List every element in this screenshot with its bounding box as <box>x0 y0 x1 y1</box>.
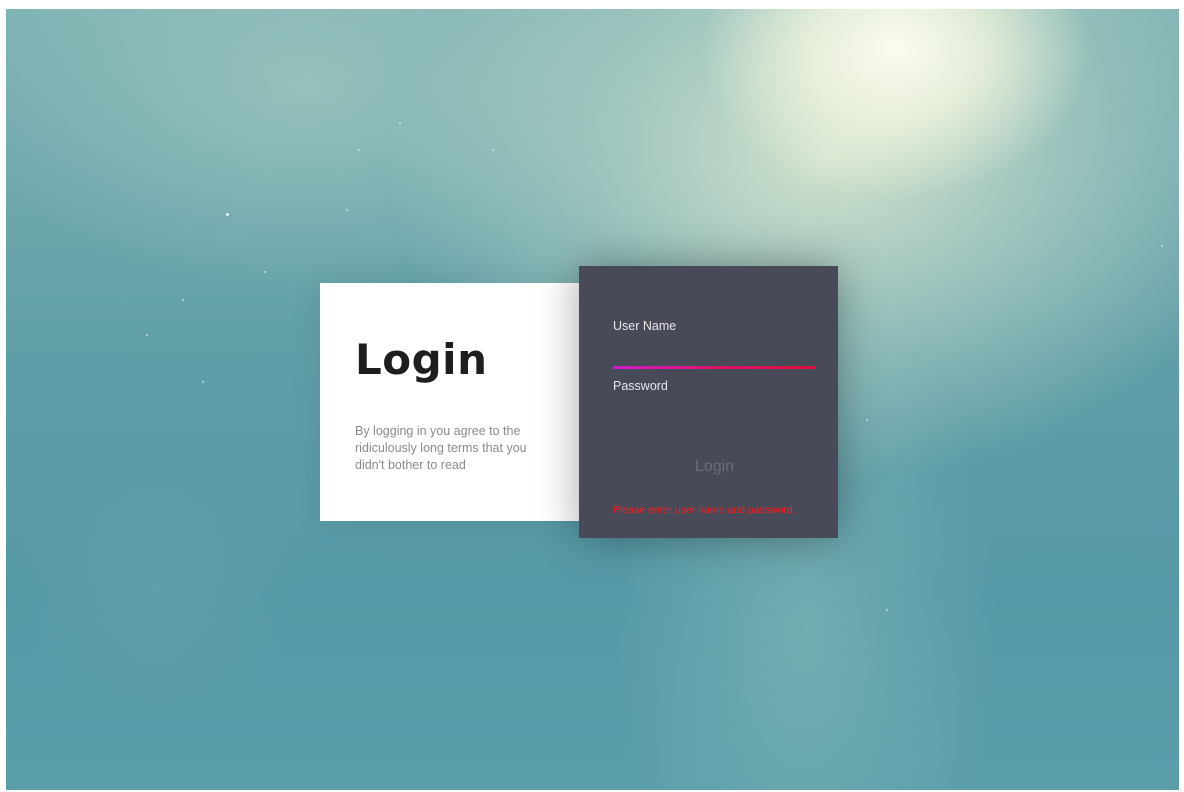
page: Login By logging in you agree to the rid… <box>0 0 1184 792</box>
info-panel: Login By logging in you agree to the rid… <box>320 283 582 521</box>
sparkle <box>146 334 148 336</box>
username-focus-underline <box>613 366 816 369</box>
password-label: Password <box>613 379 668 393</box>
sparkle <box>264 271 266 273</box>
sparkle <box>866 419 868 421</box>
sparkle <box>358 149 360 151</box>
page-title: Login <box>355 335 488 384</box>
sparkle <box>226 213 229 216</box>
username-input[interactable] <box>613 341 816 363</box>
sparkle <box>1161 245 1163 247</box>
login-form: User Name Password Login Please enter us… <box>579 266 838 538</box>
terms-text: By logging in you agree to the ridiculou… <box>355 424 527 472</box>
sparkle <box>886 609 888 611</box>
sparkle <box>346 209 348 211</box>
login-button[interactable]: Login <box>613 452 816 482</box>
sparkle <box>399 122 401 124</box>
sparkle <box>182 299 184 301</box>
password-input[interactable] <box>613 399 816 421</box>
sparkle <box>492 149 494 151</box>
username-label: User Name <box>613 319 677 333</box>
error-message: Please enter user name and password. <box>613 504 796 516</box>
sparkle <box>202 381 204 383</box>
